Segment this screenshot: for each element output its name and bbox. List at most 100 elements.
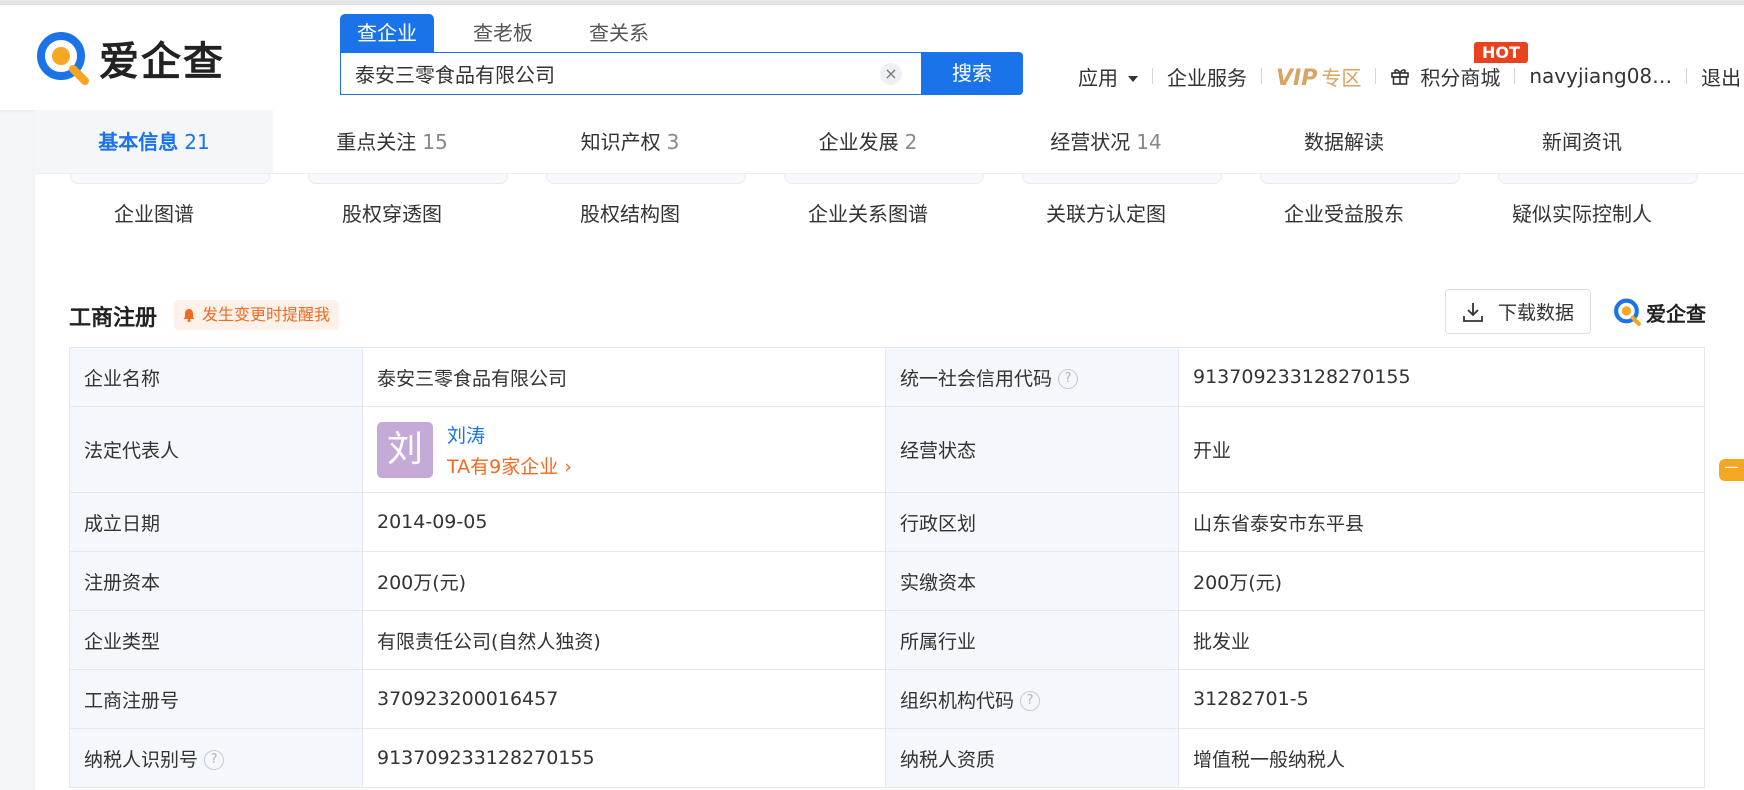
help-icon[interactable]: ? (1058, 369, 1079, 389)
taxid-label: 纳税人识别号 (84, 748, 199, 771)
companies-count: TA有9家企业 (447, 455, 559, 478)
gift-icon (1391, 69, 1410, 85)
shortcut-label: 企业受益股东 (1284, 202, 1404, 226)
company-name-value: 泰安三零食品有限公司 (362, 347, 886, 407)
search-input[interactable]: 泰安三零食品有限公司 (340, 52, 923, 95)
tab-search-company[interactable]: 查企业 (340, 14, 434, 52)
industry-value: 批发业 (1178, 610, 1705, 670)
tab-label: 基本信息 (98, 130, 179, 154)
legal-rep-companies-link[interactable]: TA有9家企业 › (447, 452, 572, 479)
avatar[interactable]: 刘 (377, 421, 433, 478)
clear-icon[interactable]: × (880, 63, 902, 85)
credit-label: 统一社会信用代码 (900, 367, 1053, 390)
points-mall-label: 积分商城 (1420, 65, 1501, 90)
nav-divider (1152, 68, 1153, 84)
remind-label: 发生变更时提醒我 (202, 305, 331, 324)
shortcut-label: 疑似实际控制人 (1512, 202, 1652, 226)
nav-apps[interactable]: 应用 (1078, 62, 1138, 91)
main-content: 基本信息 21 重点关注 15 知识产权 3 企业发展 2 经营状况 14 数据解读 新闻… (35, 110, 1744, 790)
taxpayer-id-value: 913709233128270155 (362, 728, 886, 788)
orgcode-label: 组织机构代码 (900, 689, 1015, 712)
tab-key-focus[interactable]: 重点关注 15 (273, 110, 511, 173)
nav-divider (1686, 68, 1688, 84)
table-label: 纳税人识别号? (69, 728, 363, 788)
table-label: 企业类型 (69, 610, 363, 670)
download-icon (1463, 302, 1483, 322)
shortcut-label: 股权穿透图 (342, 202, 442, 226)
table-label: 注册资本 (69, 551, 363, 611)
help-icon[interactable]: ? (204, 750, 225, 770)
tab-data-analysis[interactable]: 数据解读 (1225, 110, 1463, 173)
shortcut-card (70, 174, 270, 184)
table-label: 所属行业 (885, 610, 1179, 670)
tab-news[interactable]: 新闻资讯 (1463, 110, 1701, 173)
tab-search-boss[interactable]: 查老板 (456, 14, 550, 52)
region-value: 山东省泰安市东平县 (1178, 492, 1705, 552)
tab-label: 数据解读 (1304, 130, 1384, 154)
download-data-button[interactable]: 下载数据 (1445, 289, 1591, 334)
founded-value: 2014-09-05 (362, 492, 886, 552)
registration-table: 企业名称 泰安三零食品有限公司 统一社会信用代码? 91370923312827… (69, 347, 1705, 788)
chevron-right-icon: › (564, 455, 572, 478)
side-float-tab[interactable]: 一 (1719, 459, 1744, 481)
tab-label: 企业发展 (818, 130, 899, 154)
table-row: 企业名称 泰安三零食品有限公司 统一社会信用代码? 91370923312827… (69, 347, 1705, 407)
legal-rep-name-link[interactable]: 刘涛 (447, 421, 572, 448)
table-label: 纳税人资质 (885, 728, 1179, 788)
tab-label: 重点关注 (336, 130, 417, 154)
caret-down-icon (1128, 76, 1138, 82)
vip-zone-label: 专区 (1321, 65, 1362, 90)
tab-basic-info[interactable]: 基本信息 21 (35, 110, 273, 173)
org-code-value: 31282701-5 (1178, 669, 1705, 729)
help-icon[interactable]: ? (1020, 691, 1041, 711)
nav-enterprise-services[interactable]: 企业服务 (1167, 62, 1247, 91)
table-row: 注册资本 200万(元) 实缴资本 200万(元) (69, 551, 1705, 611)
shortcut-card (1022, 174, 1222, 184)
shortcut-card (1260, 174, 1460, 184)
shortcut-label: 企业图谱 (114, 202, 194, 226)
shortcut-card (546, 174, 746, 184)
nav-logout[interactable]: 退出 (1701, 62, 1741, 91)
search-type-tabs: 查企业 查老板 查关系 (340, 14, 688, 52)
table-label: 企业名称 (69, 347, 363, 407)
tab-count: 3 (666, 130, 680, 154)
table-row: 成立日期 2014-09-05 行政区划 山东省泰安市东平县 (69, 492, 1705, 552)
nav-vip-zone[interactable]: VIP 专区 (1276, 62, 1361, 91)
tab-search-relation[interactable]: 查关系 (572, 14, 666, 52)
table-label: 组织机构代码? (885, 669, 1179, 729)
brand-watermark: 爱企查 (1613, 297, 1706, 327)
site-logo[interactable]: 爱企查 (35, 27, 225, 89)
table-row: 法定代表人 刘 刘涛 TA有9家企业 › 经营状态 开业 (69, 406, 1705, 493)
content-tabs: 基本信息 21 重点关注 15 知识产权 3 企业发展 2 经营状况 14 数据解读 新闻… (35, 110, 1744, 174)
search-button[interactable]: 搜索 (921, 52, 1023, 95)
nav-divider (1375, 68, 1377, 84)
tab-count: 14 (1136, 130, 1162, 154)
hot-badge: HOT (1474, 42, 1528, 63)
change-remind-button[interactable]: 发生变更时提醒我 (174, 300, 340, 330)
logo-text: 爱企查 (99, 39, 225, 85)
table-row: 企业类型 有限责任公司(自然人独资) 所属行业 批发业 (69, 610, 1705, 670)
watermark-text: 爱企查 (1646, 301, 1706, 326)
credit-code-value: 913709233128270155 (1178, 347, 1705, 407)
table-label: 工商注册号 (69, 669, 363, 729)
table-label: 成立日期 (69, 492, 363, 552)
nav-apps-label: 应用 (1078, 65, 1118, 90)
vip-logo: VIP (1276, 65, 1318, 91)
table-label: 实缴资本 (885, 551, 1179, 611)
table-row: 工商注册号 370923200016457 组织机构代码? 31282701-5 (69, 669, 1705, 729)
shortcut-card (1498, 174, 1698, 184)
logo-icon (1614, 298, 1641, 326)
top-nav: 应用 企业服务 VIP 专区 积分商城 navyjiang08… 退出 (1078, 58, 1741, 94)
shortcut-label: 股权结构图 (580, 202, 680, 226)
tab-ip[interactable]: 知识产权 3 (511, 110, 749, 173)
nav-points-mall[interactable]: 积分商城 (1390, 62, 1500, 91)
tab-operations[interactable]: 经营状况 14 (987, 110, 1225, 173)
taxpayer-qualification-value: 增值税一般纳税人 (1178, 728, 1705, 788)
download-label: 下载数据 (1497, 302, 1574, 324)
bell-icon (183, 309, 195, 322)
shortcut-card (784, 174, 984, 184)
tab-development[interactable]: 企业发展 2 (749, 110, 987, 173)
nav-user[interactable]: navyjiang08… (1529, 64, 1672, 88)
company-type-value: 有限责任公司(自然人独资) (362, 610, 886, 670)
paid-capital-value: 200万(元) (1178, 551, 1705, 611)
